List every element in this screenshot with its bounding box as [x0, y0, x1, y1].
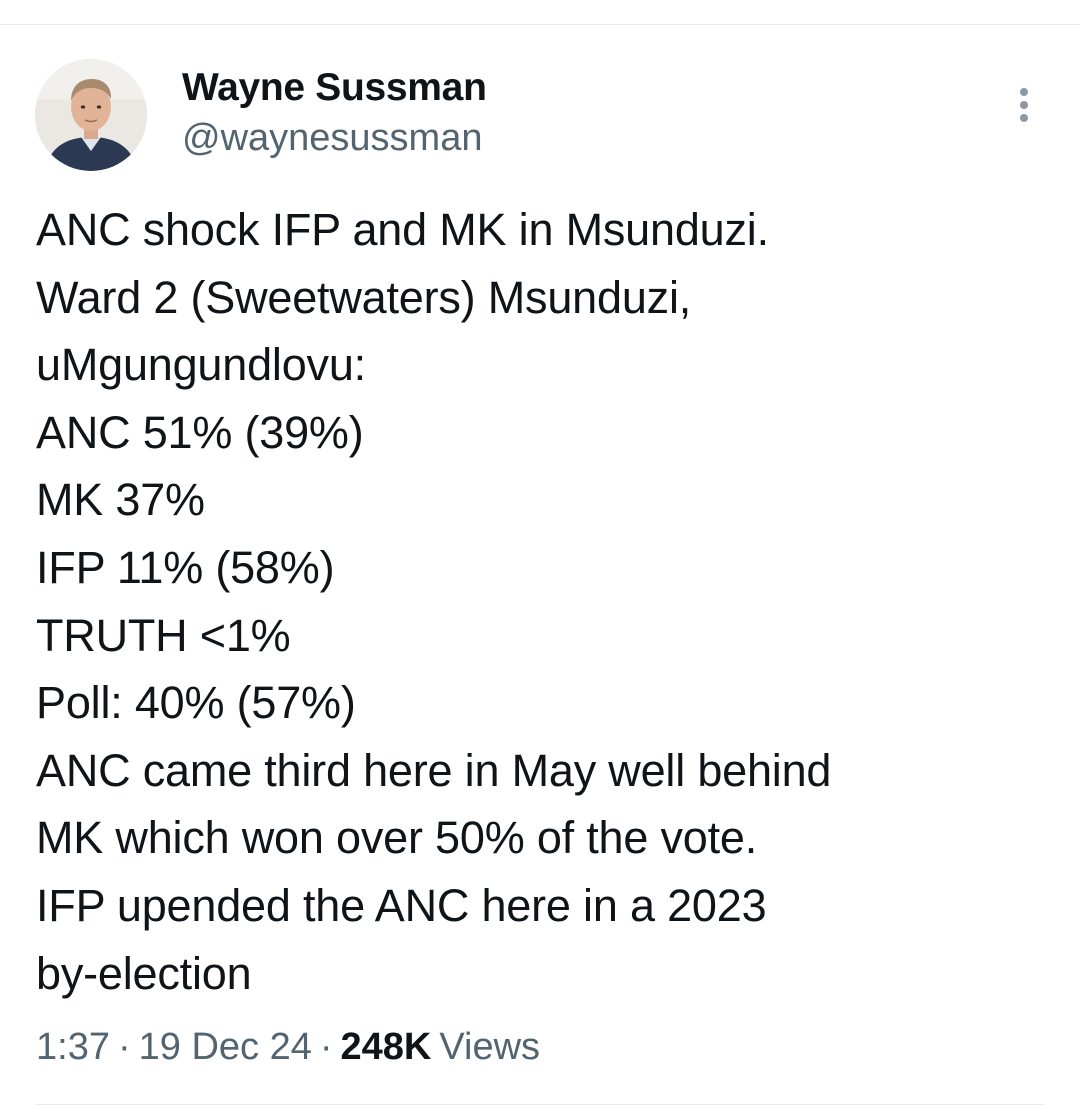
- views-count[interactable]: 248K: [341, 1020, 432, 1074]
- avatar[interactable]: [35, 59, 147, 171]
- more-vertical-icon: [1020, 88, 1028, 96]
- tweet-metadata: 1:37 · 19 Dec 24 · 248K Views: [36, 1020, 540, 1074]
- views-label[interactable]: Views: [439, 1020, 540, 1074]
- tweet-text: ANC shock IFP and MK in Msunduzi. Ward 2…: [36, 196, 1046, 1007]
- tweet-line: ANC shock IFP and MK in Msunduzi.: [36, 204, 769, 255]
- bottom-divider: [36, 1104, 1044, 1105]
- more-vertical-icon-dot: [1020, 114, 1028, 122]
- tweet-line: MK which won over 50% of the vote.: [36, 812, 758, 864]
- tweet-date[interactable]: 19 Dec 24: [139, 1020, 312, 1074]
- tweet-line: uMgungundlovu:: [36, 339, 366, 391]
- tweet-time[interactable]: 1:37: [36, 1020, 110, 1074]
- tweet-line: Ward 2 (Sweetwaters) Msunduzi,: [36, 271, 692, 323]
- tweet-line: IFP upended the ANC here in a 2023: [36, 879, 767, 931]
- tweet-line: by-election: [36, 947, 252, 999]
- tweet-line: Poll: 40% (57%): [36, 677, 356, 729]
- separator: ·: [117, 1026, 131, 1068]
- tweet-line: IFP 11% (58%): [36, 541, 335, 593]
- tweet-line: ANC 51% (39%): [36, 406, 364, 458]
- profile-photo-icon: [35, 59, 147, 171]
- more-vertical-icon-dot: [1020, 101, 1028, 109]
- tweet-line: ANC came third here in May well behind: [36, 744, 832, 796]
- tweet-line: MK 37%: [36, 474, 205, 526]
- author-display-name[interactable]: Wayne Sussman: [182, 64, 487, 112]
- separator: ·: [319, 1026, 333, 1068]
- tweet-detail-view: Wayne Sussman @waynesussman ANC shock IF…: [0, 0, 1080, 1120]
- more-options-button[interactable]: [1008, 82, 1040, 128]
- tweet-line: TRUTH <1%: [36, 609, 291, 661]
- author-handle[interactable]: @waynesussman: [182, 114, 482, 162]
- top-divider: [0, 24, 1080, 25]
